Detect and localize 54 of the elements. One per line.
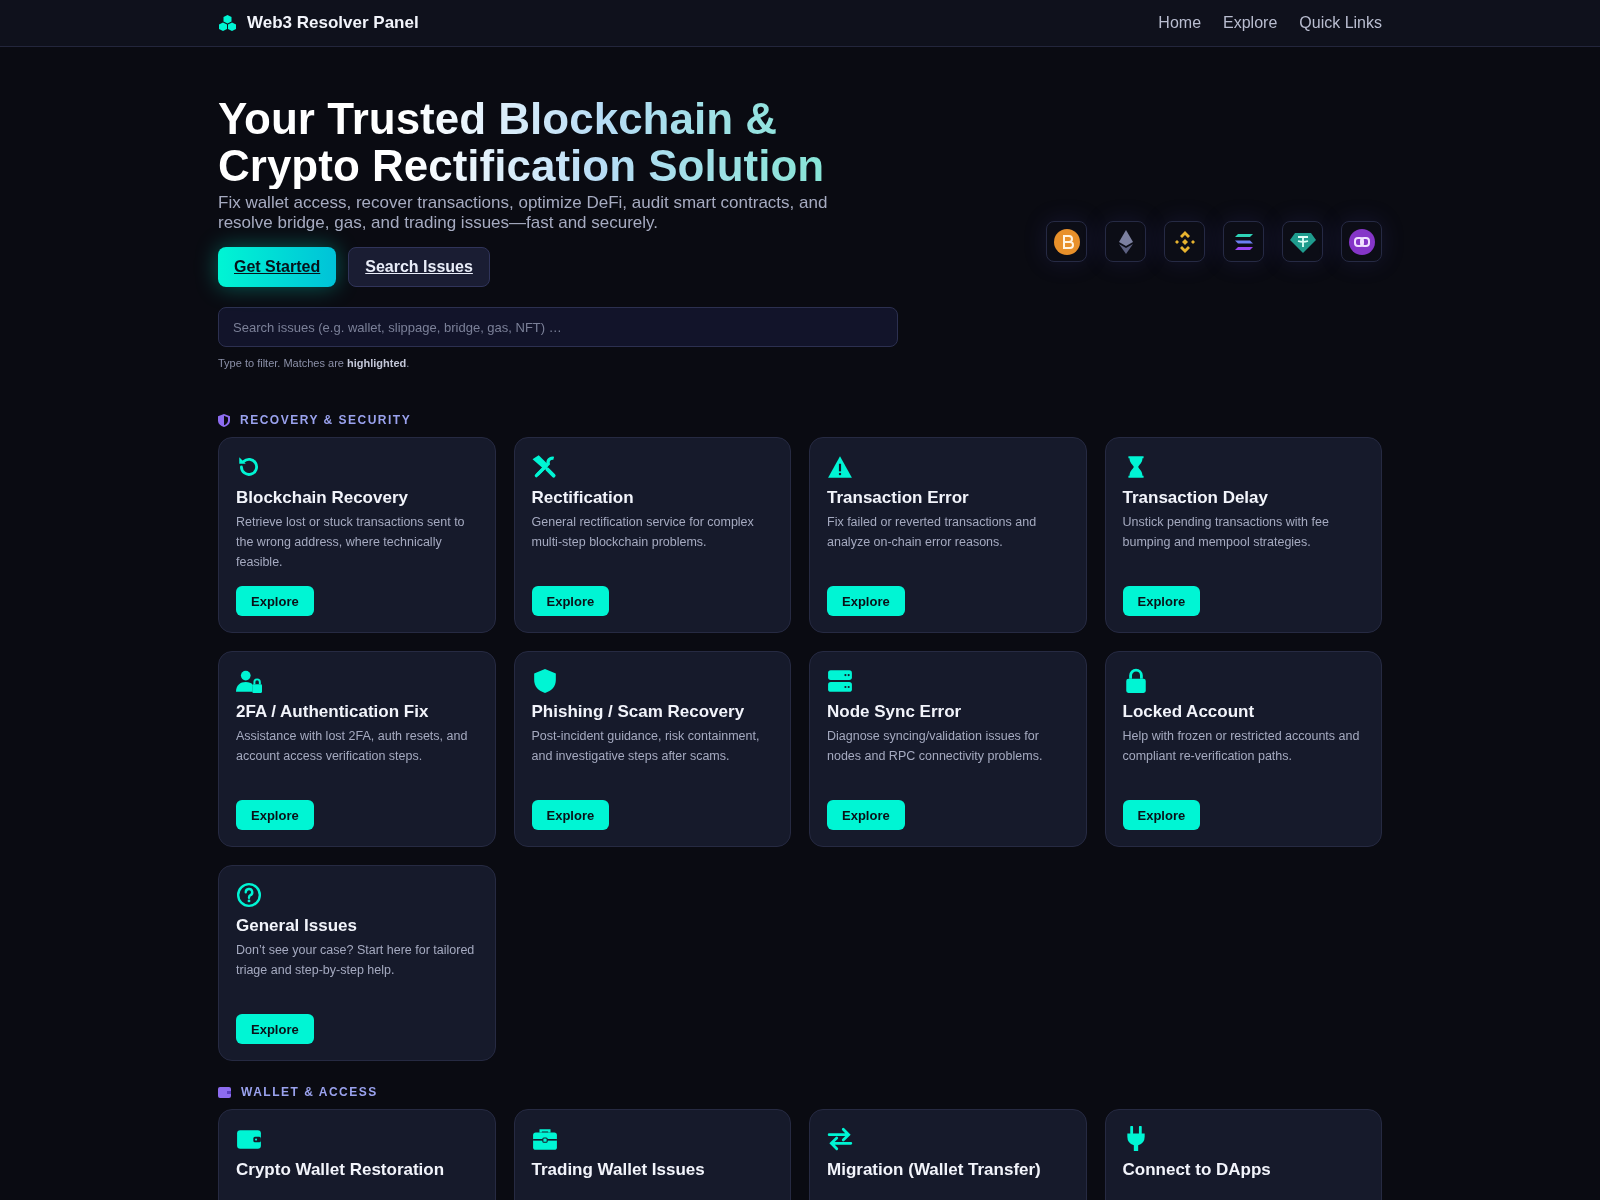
nav-link[interactable]: Home	[1158, 14, 1202, 32]
card-description: Diagnose syncing/validation issues for nodes and RPC connectivity problems.	[827, 728, 1044, 765]
section-title: WALLET & ACCESS	[241, 1085, 378, 1099]
briefcase-icon	[531, 1126, 558, 1152]
search-hint: Type to filter. Matches are highlighted.	[218, 357, 411, 369]
explore-button[interactable]: Explore	[1122, 586, 1201, 616]
explore-button[interactable]: Explore	[827, 800, 905, 830]
card-title: Node Sync Error	[827, 702, 963, 722]
card-title: Blockchain Recovery	[236, 488, 409, 508]
card-description: Don’t see your case? Start here for tailored triage and step-by-step help.	[236, 942, 476, 979]
card-description: Help with frozen or restricted accounts and compliant re-verification paths.	[1122, 728, 1361, 765]
link-circle-icon	[1347, 227, 1376, 256]
section-title: RECOVERY & SECURITY	[240, 413, 412, 427]
explore-button[interactable]: Explore	[531, 586, 610, 616]
explore-button[interactable]: Explore	[827, 586, 905, 616]
nav-link[interactable]: Quick Links	[1299, 14, 1382, 32]
explore-button[interactable]: Explore	[236, 1014, 314, 1044]
shield-icon	[531, 668, 558, 694]
coin-icon	[1052, 227, 1081, 256]
search-button[interactable]: Search Issues	[348, 247, 490, 287]
wallet-icon	[218, 1086, 231, 1098]
explore-button[interactable]: Explore	[1122, 800, 1201, 830]
nav-link[interactable]: Explore	[1223, 14, 1278, 32]
explore-button[interactable]: Explore	[531, 800, 610, 830]
card-title: Rectification	[531, 488, 635, 508]
card-description: Post-incident guidance, risk containment, and investigative steps after scams.	[531, 728, 761, 765]
question-icon	[236, 882, 262, 908]
card-title: Transaction Delay	[1122, 488, 1269, 508]
warning-icon	[827, 454, 853, 480]
explore-button[interactable]: Explore	[236, 800, 314, 830]
card-title: Phishing / Scam Recovery	[531, 702, 746, 722]
card-title: General Issues	[236, 916, 358, 936]
card-description: Unstick pending transactions with fee bumping and mempool strategies.	[1122, 514, 1330, 551]
swap-arrows-icon	[827, 1126, 853, 1152]
user-lock-icon	[236, 668, 262, 694]
get-started-button[interactable]: Get Started	[218, 247, 337, 287]
shield-icon	[218, 413, 230, 427]
explore-button[interactable]: Explore	[236, 586, 314, 616]
brand-name: Web3 Resolver Panel	[247, 13, 419, 33]
cubes-icon	[218, 15, 237, 31]
card-description: Assistance with lost 2FA, auth resets, and account access verification steps.	[236, 728, 469, 765]
card-title: Transaction Error	[827, 488, 970, 508]
card-description: Retrieve lost or stuck transactions sent to the wrong address, where technically feasible.	[236, 514, 466, 571]
card-title: Trading Wallet Issues	[531, 1160, 706, 1180]
card-description: Fix failed or reverted transactions and analyze on-chain error reasons.	[827, 514, 1038, 551]
card-title: Locked Account	[1122, 702, 1256, 722]
card-title: 2FA / Authentication Fix	[236, 702, 430, 722]
card-title: Crypto Wallet Restoration	[236, 1160, 446, 1180]
server-icon	[827, 668, 853, 694]
card-title: Migration (Wallet Transfer)	[827, 1160, 1042, 1180]
hero-subtitle: Fix wallet access, recover transactions, optimize DeFi, audit smart contracts, and resolve bridge, gas, and trading issues—fast and securely.	[218, 193, 829, 233]
search-field[interactable]: Search issues (e.g. wallet, slippage, bridge, gas, NFT) …	[218, 307, 898, 347]
card-description: General rectification service for complex multi-step blockchain problems.	[531, 514, 755, 551]
card-title: Connect to DApps	[1122, 1160, 1272, 1180]
